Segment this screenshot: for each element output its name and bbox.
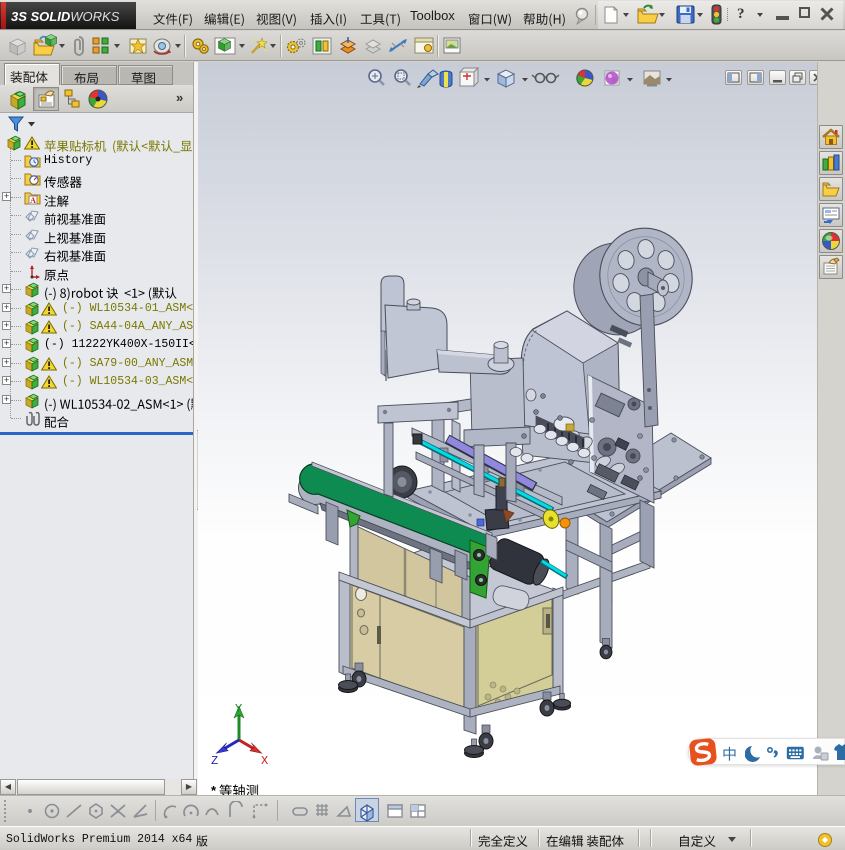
svg-text:X: X <box>261 754 268 768</box>
svg-text:A: A <box>30 196 36 205</box>
svg-text:Y: Y <box>235 702 242 716</box>
svg-text:Z: Z <box>211 754 218 768</box>
